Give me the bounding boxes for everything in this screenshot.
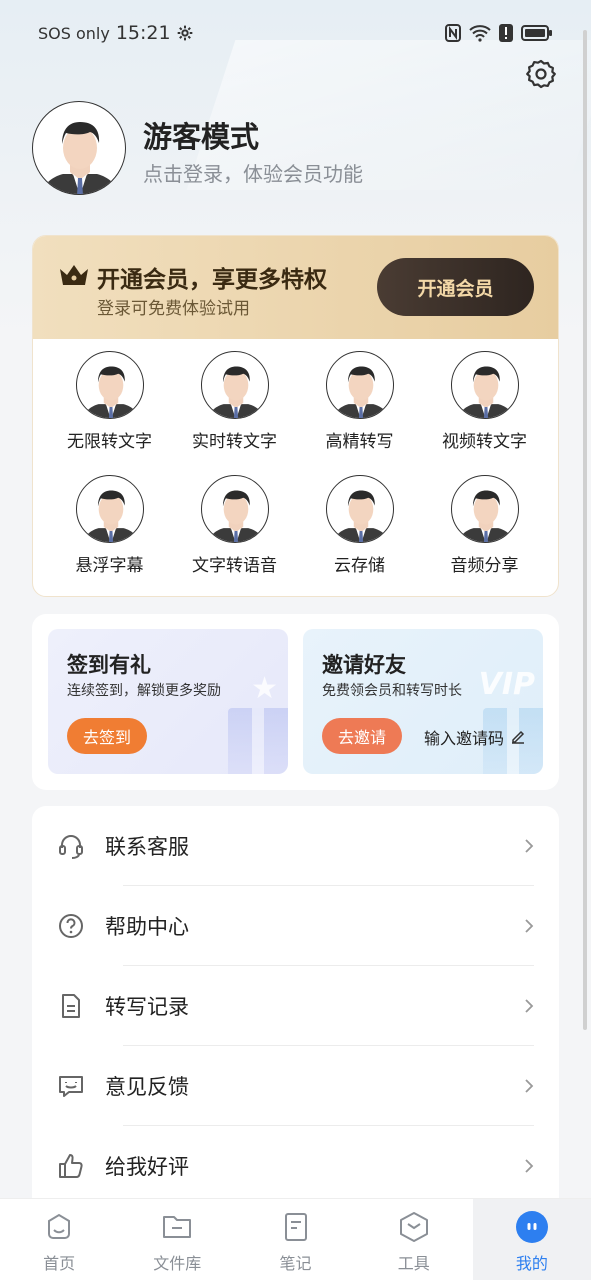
vip-watermark: VIP — [478, 667, 535, 702]
feature-avatar-icon — [75, 475, 144, 543]
settings-menu: 联系客服 帮助中心 转写记录 意见反馈 给我好评 — [32, 806, 559, 1206]
invite-card[interactable]: 邀请好友 免费领会员和转写时长 VIP 去邀请 输入邀请码 — [303, 629, 543, 774]
feature-item[interactable]: 无限转文字 — [47, 349, 172, 473]
crown-icon — [60, 265, 88, 285]
invite-title: 邀请好友 — [322, 653, 406, 677]
nav-item-profile[interactable]: 我的 — [472, 1199, 591, 1280]
feature-avatar-icon — [450, 351, 519, 419]
nfc-icon — [445, 24, 461, 42]
invite-code-entry[interactable]: 输入邀请码 — [424, 725, 526, 749]
edit-pencil-icon — [512, 730, 525, 744]
feature-avatar-icon — [75, 351, 144, 419]
wifi-icon — [469, 25, 491, 42]
nav-item-tools[interactable]: 工具 — [355, 1199, 473, 1280]
feature-label: 无限转文字 — [67, 432, 152, 452]
feature-label: 高精转写 — [325, 432, 394, 452]
nav-label: 笔记 — [279, 1254, 312, 1273]
vip-card: 开通会员，享更多特权 登录可免费体验试用 开通会员 无限转文字 实时转文字 高精… — [32, 235, 559, 597]
scrollbar[interactable] — [583, 30, 587, 1030]
invite-code-label: 输入邀请码 — [424, 729, 505, 748]
feedback-icon — [59, 1076, 83, 1097]
note-icon — [284, 1213, 307, 1241]
invite-button[interactable]: 去邀请 — [322, 718, 403, 754]
feature-item[interactable]: 云存储 — [297, 473, 422, 596]
settings-gear-small-icon — [177, 25, 192, 41]
battery-icon — [521, 25, 552, 41]
nav-label: 首页 — [43, 1254, 76, 1273]
chevron-right-icon — [525, 1079, 534, 1093]
menu-item-contact-support[interactable]: 联系客服 — [32, 806, 559, 886]
thumbs-up-icon — [59, 1154, 83, 1178]
nav-item-home[interactable]: 首页 — [0, 1199, 118, 1280]
chevron-right-icon — [525, 839, 534, 853]
invite-subtitle: 免费领会员和转写时长 — [322, 683, 462, 699]
menu-item-label: 帮助中心 — [105, 915, 189, 939]
star-decoration-icon: ★ — [251, 671, 278, 706]
menu-item-rate-us[interactable]: 给我好评 — [32, 1126, 559, 1206]
menu-item-label: 给我好评 — [105, 1155, 189, 1179]
feature-item[interactable]: 视频转文字 — [422, 349, 547, 473]
carrier-text: SOS only — [38, 23, 110, 43]
feature-label: 音频分享 — [450, 556, 519, 576]
feature-label: 文字转语音 — [192, 556, 277, 576]
alert-icon — [499, 24, 513, 42]
nav-label: 工具 — [397, 1254, 430, 1273]
feature-label: 视频转文字 — [442, 432, 527, 452]
menu-item-help-center[interactable]: 帮助中心 — [32, 886, 559, 966]
profile-subtitle[interactable]: 点击登录，体验会员功能 — [143, 158, 363, 187]
headset-icon — [59, 835, 83, 859]
profile-icon — [515, 1211, 548, 1243]
feature-avatar-icon — [325, 351, 394, 419]
sign-in-button[interactable]: 去签到 — [67, 718, 148, 754]
feature-label: 实时转文字 — [192, 432, 277, 452]
clock: 15:21 — [115, 22, 171, 44]
menu-item-label: 意见反馈 — [105, 1075, 189, 1099]
nav-item-notes[interactable]: 笔记 — [236, 1199, 354, 1280]
feature-item[interactable]: 高精转写 — [297, 349, 422, 473]
home-icon — [48, 1213, 71, 1239]
feature-avatar-icon — [200, 351, 269, 419]
nav-item-files[interactable]: 文件库 — [118, 1199, 236, 1280]
feature-item[interactable]: 悬浮字幕 — [47, 473, 172, 596]
feature-item[interactable]: 实时转文字 — [172, 349, 297, 473]
sign-in-card[interactable]: 签到有礼 连续签到，解锁更多奖励 ★ 去签到 — [48, 629, 288, 774]
status-bar: SOS only 15:21 — [0, 0, 591, 66]
bottom-nav: 首页 文件库 笔记 工具 我的 — [0, 1198, 591, 1280]
vip-title: 开通会员，享更多特权 — [97, 267, 327, 293]
sign-in-subtitle: 连续签到，解锁更多奖励 — [67, 683, 221, 699]
menu-item-feedback[interactable]: 意见反馈 — [32, 1046, 559, 1126]
feature-avatar-icon — [325, 475, 394, 543]
avatar[interactable] — [32, 101, 126, 195]
menu-item-label: 联系客服 — [105, 835, 189, 859]
feature-item[interactable]: 文字转语音 — [172, 473, 297, 596]
chevron-right-icon — [525, 999, 534, 1013]
sign-in-title: 签到有礼 — [67, 653, 151, 677]
nav-label: 我的 — [515, 1254, 548, 1273]
folder-icon — [163, 1216, 192, 1238]
gift-box-icon — [228, 708, 288, 774]
help-icon — [59, 914, 83, 938]
document-icon — [62, 994, 80, 1018]
feature-avatar-icon — [450, 475, 519, 543]
vip-subtitle: 登录可免费体验试用 — [97, 299, 250, 319]
feature-avatar-icon — [200, 475, 269, 543]
menu-item-label: 转写记录 — [105, 995, 189, 1019]
user-avatar-icon — [41, 122, 119, 194]
chevron-right-icon — [525, 1159, 534, 1173]
feature-item[interactable]: 音频分享 — [422, 473, 547, 596]
settings-icon[interactable] — [525, 58, 557, 90]
promo-section: 签到有礼 连续签到，解锁更多奖励 ★ 去签到 邀请好友 免费领会员和转写时长 V… — [32, 614, 559, 790]
tools-icon — [399, 1212, 428, 1242]
vip-features-grid: 无限转文字 实时转文字 高精转写 视频转文字 悬浮字幕 文字转语音 云存储 音频… — [47, 349, 547, 589]
menu-item-transcription-history[interactable]: 转写记录 — [32, 966, 559, 1046]
profile-name[interactable]: 游客模式 — [143, 114, 259, 156]
open-vip-button[interactable]: 开通会员 — [377, 258, 534, 316]
chevron-right-icon — [525, 919, 534, 933]
feature-label: 云存储 — [334, 556, 385, 576]
nav-label: 文件库 — [153, 1254, 202, 1273]
vip-header: 开通会员，享更多特权 登录可免费体验试用 开通会员 — [33, 236, 558, 339]
feature-label: 悬浮字幕 — [75, 556, 144, 576]
